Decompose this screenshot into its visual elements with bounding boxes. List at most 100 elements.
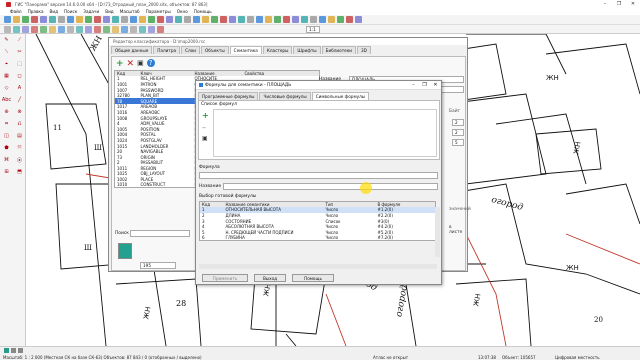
toolbar-button[interactable] — [67, 16, 74, 23]
toolbar-button[interactable] — [49, 25, 56, 33]
horizontal-scrollbar[interactable] — [199, 264, 437, 269]
tool-button[interactable]: ⊗ — [14, 107, 25, 117]
toolbar-button[interactable] — [283, 16, 290, 23]
tool-button[interactable]: ◇ — [1, 83, 12, 93]
table-scrollbar[interactable] — [435, 207, 440, 257]
toolbar-button[interactable] — [112, 25, 119, 33]
tool-button[interactable]: ✂ — [14, 47, 25, 57]
toolbar-button[interactable] — [310, 16, 317, 23]
toolbar-button[interactable] — [166, 16, 173, 23]
menu-item[interactable]: Правка — [28, 9, 44, 14]
toolbar-button[interactable] — [274, 16, 281, 23]
toolbar-button[interactable] — [121, 16, 128, 23]
toolbar-button[interactable] — [184, 16, 191, 23]
toolbar-button[interactable] — [31, 16, 38, 23]
remove-formula-icon[interactable]: – — [202, 123, 206, 132]
toolbar-button[interactable] — [67, 25, 74, 33]
minimize-button[interactable]: – — [598, 0, 612, 8]
help-button[interactable]: Помощь — [292, 274, 334, 282]
toolbar-button[interactable] — [112, 16, 119, 23]
formula-name-input[interactable] — [223, 183, 438, 190]
menu-item[interactable]: Вид — [105, 9, 114, 14]
toolbar-button[interactable] — [148, 16, 155, 23]
toolbar-button[interactable] — [139, 16, 146, 23]
tool-button[interactable]: ◻ — [14, 71, 25, 81]
toolbar-button[interactable] — [355, 16, 362, 23]
toolbar-button[interactable] — [157, 16, 164, 23]
exit-button[interactable]: Выход — [254, 274, 286, 282]
add-formula-icon[interactable]: + — [202, 111, 209, 120]
toolbar-button[interactable] — [121, 25, 128, 33]
toolbar-button[interactable] — [337, 16, 344, 23]
dialog-minimize-button[interactable]: – — [408, 82, 419, 88]
formula-tab-1[interactable]: Программные формулы — [198, 92, 259, 100]
formula-tab-3[interactable]: Символьные формулы — [311, 92, 370, 100]
toolbar-button[interactable] — [31, 25, 38, 33]
tool-button[interactable]: ⤧ — [14, 143, 25, 153]
save-formula-icon[interactable]: ▣ — [202, 135, 208, 142]
toolbar-button[interactable] — [328, 16, 335, 23]
toolbar-button[interactable] — [193, 16, 200, 23]
tool-button[interactable]: Abc — [1, 95, 12, 105]
toolbar-button[interactable] — [76, 16, 83, 23]
tool-button[interactable]: ⌘ — [1, 155, 12, 165]
tool-button[interactable]: ◫ — [1, 131, 12, 141]
tool-button[interactable]: ⌖ — [1, 59, 12, 69]
toolbar-button[interactable] — [211, 16, 218, 23]
toolbar-button[interactable] — [229, 16, 236, 23]
tool-button[interactable]: ⎌ — [14, 119, 25, 129]
menu-item[interactable]: Поиск — [64, 9, 77, 14]
toolbar-button[interactable] — [76, 25, 83, 33]
toolbar-button[interactable] — [202, 16, 209, 23]
tool-button[interactable]: ⦿ — [14, 155, 25, 165]
tab-7[interactable]: Шрифты — [293, 46, 321, 54]
tool-button[interactable]: ⌗ — [1, 119, 12, 129]
toolbar-button[interactable] — [265, 16, 272, 23]
toolbar-button[interactable] — [256, 16, 263, 23]
toolbar-button[interactable] — [4, 16, 11, 23]
dialog-maximize-button[interactable]: ❐ — [419, 82, 430, 88]
toolbar-button[interactable] — [85, 25, 92, 33]
tab-1[interactable]: Общие данные — [111, 46, 153, 54]
save-icon[interactable]: ▣ — [137, 59, 144, 69]
toolbar-button[interactable] — [4, 25, 11, 33]
right-value-1[interactable]: 2 — [452, 119, 464, 126]
toolbar-button[interactable] — [103, 25, 110, 33]
help-icon[interactable]: ? — [146, 59, 155, 67]
dialog-close-button[interactable]: ✕ — [430, 82, 441, 88]
maximize-button[interactable]: ❐ — [612, 0, 626, 8]
toolbar-button[interactable] — [58, 16, 65, 23]
menu-item[interactable]: Помощь — [194, 9, 212, 14]
toolbar-button[interactable] — [13, 25, 20, 33]
close-button[interactable]: ✕ — [626, 0, 640, 8]
tool-button[interactable]: ╱ — [14, 95, 25, 105]
tool-button[interactable]: ▤ — [14, 131, 25, 141]
tab-2[interactable]: Палитра — [153, 46, 181, 54]
tool-button[interactable]: ⟋ — [14, 35, 25, 45]
tab-9[interactable]: 3D — [356, 46, 371, 54]
menu-item[interactable]: Параметры — [146, 9, 171, 14]
toolbar-button[interactable] — [301, 16, 308, 23]
tab-8[interactable]: Библиотеки — [321, 46, 356, 54]
formula-tab-2[interactable]: Числовые формулы — [259, 92, 311, 100]
toolbar-button[interactable] — [49, 16, 56, 23]
tool-button[interactable]: ⬚ — [14, 59, 25, 69]
toolbar-button[interactable] — [103, 16, 110, 23]
toolbar-button[interactable] — [319, 16, 326, 23]
formula-input[interactable] — [199, 172, 438, 179]
tab-4[interactable]: Объекты — [200, 46, 229, 54]
add-icon[interactable]: + — [116, 59, 124, 69]
toolbar-button[interactable] — [247, 16, 254, 23]
toolbar-button[interactable] — [139, 25, 146, 33]
right-value-2[interactable]: 2 — [452, 129, 464, 136]
menu-item[interactable]: Масштаб — [120, 9, 140, 14]
tool-button[interactable]: ⊕ — [1, 107, 12, 117]
toolbar-button[interactable] — [85, 16, 92, 23]
tool-button[interactable]: ⟍ — [1, 47, 12, 57]
toolbar-button[interactable] — [40, 25, 47, 33]
toolbar-button[interactable] — [22, 16, 29, 23]
tool-button[interactable]: ⊞ — [1, 167, 12, 177]
toolbar-button[interactable] — [22, 25, 29, 33]
tool-button[interactable]: ⬟ — [1, 143, 12, 153]
apply-button[interactable]: Применить — [202, 274, 248, 282]
